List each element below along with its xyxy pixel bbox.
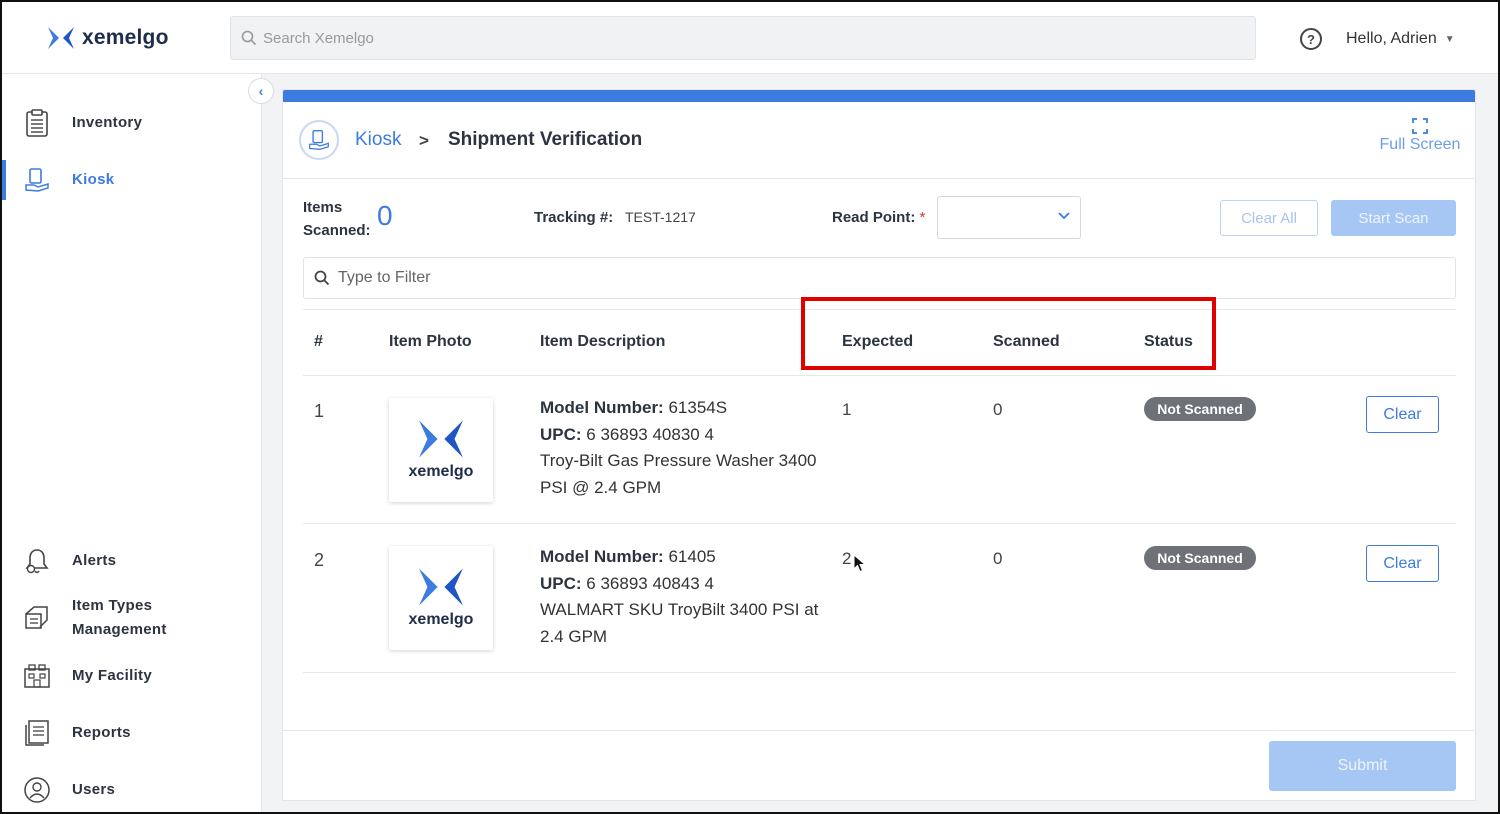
model-number-label: Model Number: (540, 398, 664, 417)
clear-row-button[interactable]: Clear (1366, 545, 1439, 582)
panel-accent-bar (283, 90, 1475, 102)
bell-icon (22, 546, 52, 576)
main-panel: Kiosk > Shipment Verification Full Scree… (282, 89, 1476, 801)
user-icon (22, 775, 52, 805)
model-number-value: 61405 (668, 547, 716, 566)
items-scanned-count: 0 (377, 200, 393, 231)
status-badge: Not Scanned (1144, 546, 1256, 570)
search-icon (241, 30, 257, 46)
page-title: Shipment Verification (448, 129, 643, 150)
kiosk-icon (22, 165, 52, 195)
upc-value: 6 36893 40843 4 (586, 573, 714, 593)
sidebar-item-label: Item Types Management (72, 597, 167, 638)
report-icon (22, 718, 52, 748)
status-badge: Not Scanned (1144, 397, 1256, 421)
sidebar-item-kiosk[interactable]: Kiosk (2, 165, 260, 195)
fullscreen-button[interactable]: Full Screen (1375, 118, 1465, 154)
tags-icon (22, 603, 52, 633)
item-photo-text: xemelgo (408, 611, 474, 628)
item-description: Model Number: 61354S UPC: 6 36893 40830 … (540, 395, 840, 501)
row-number: 1 (314, 401, 325, 421)
item-description-text: WALMART SKU TroyBilt 3400 PSI at 2.4 GPM (540, 600, 819, 646)
help-icon[interactable]: ? (1300, 28, 1322, 50)
xemelgo-logo-icon (419, 420, 463, 458)
divider (283, 730, 1475, 731)
sidebar-item-inventory[interactable]: Inventory (2, 108, 260, 138)
start-scan-button[interactable]: Start Scan (1331, 200, 1456, 236)
sidebar-item-my-facility[interactable]: My Facility (2, 661, 260, 691)
chevron-down-icon: ▼ (1444, 33, 1455, 45)
tracking-value: TEST-1217 (625, 209, 696, 225)
divider (303, 375, 1456, 376)
divider (303, 672, 1456, 673)
expected-count: 1 (842, 400, 852, 419)
read-point-select[interactable] (937, 196, 1081, 239)
clear-all-button[interactable]: Clear All (1220, 200, 1318, 236)
filter-input[interactable]: Type to Filter (303, 257, 1456, 299)
user-greeting: Hello, Adrien (1346, 30, 1437, 47)
required-marker: * (919, 209, 926, 226)
upc-label: UPC: (540, 573, 582, 593)
sidebar-item-label: Kiosk (72, 171, 115, 188)
collapse-sidebar-button[interactable]: ‹ (248, 78, 274, 104)
scanned-count: 0 (993, 400, 1003, 419)
sidebar-item-item-types-management[interactable]: Item Types Management (2, 592, 260, 644)
fullscreen-label: Full Screen (1379, 136, 1461, 153)
column-header-item-description: Item Description (540, 333, 666, 350)
submit-button[interactable]: Submit (1269, 741, 1456, 791)
xemelgo-logo-icon (419, 568, 463, 606)
model-number-label: Model Number: (540, 547, 664, 566)
scanned-count: 0 (993, 549, 1003, 568)
upc-value: 6 36893 40830 4 (586, 424, 714, 444)
search-icon (314, 270, 330, 286)
sidebar: Inventory Kiosk Alerts Item Types Manage… (2, 74, 262, 812)
expand-icon (1412, 118, 1428, 134)
user-menu[interactable]: Hello, Adrien ▼ (1346, 30, 1455, 48)
item-description: Model Number: 61405 UPC: 6 36893 40843 4… (540, 544, 840, 650)
filter-placeholder: Type to Filter (338, 269, 431, 286)
column-header-number: # (314, 333, 323, 350)
tracking-label: Tracking #: (534, 209, 614, 226)
sidebar-item-label: Users (72, 781, 116, 798)
model-number-value: 61354S (668, 398, 728, 417)
search-input[interactable]: Search Xemelgo (230, 16, 1256, 60)
kiosk-icon (299, 120, 339, 160)
sidebar-item-label: Alerts (72, 552, 117, 569)
facility-icon (22, 661, 52, 691)
sidebar-item-label: Inventory (72, 114, 143, 131)
sidebar-item-users[interactable]: Users (2, 775, 260, 805)
clear-row-button[interactable]: Clear (1366, 396, 1439, 433)
sidebar-item-reports[interactable]: Reports (2, 718, 260, 748)
column-header-item-photo: Item Photo (389, 333, 472, 350)
read-point-label-text: Read Point: (832, 209, 916, 226)
item-photo-text: xemelgo (408, 463, 474, 480)
read-point-label: Read Point: * (832, 209, 925, 226)
item-photo: xemelgo (389, 398, 493, 502)
row-number: 2 (314, 550, 325, 570)
highlight-box (801, 297, 1216, 370)
items-scanned-label: Items Scanned: (303, 199, 371, 239)
clipboard-icon (22, 108, 52, 138)
breadcrumb-kiosk[interactable]: Kiosk (355, 129, 401, 151)
logo-text: xemelgo (82, 26, 169, 49)
expected-count: 2 (842, 549, 852, 568)
mouse-cursor-icon (853, 554, 867, 573)
upc-label: UPC: (540, 424, 582, 444)
logo[interactable]: xemelgo (48, 26, 169, 50)
chevron-left-icon: ‹ (258, 83, 264, 99)
sidebar-item-label: Reports (72, 724, 131, 741)
divider (303, 523, 1456, 524)
search-placeholder: Search Xemelgo (263, 29, 374, 47)
xemelgo-logo-icon (48, 27, 74, 49)
breadcrumb-separator: > (419, 131, 429, 150)
divider (283, 178, 1475, 179)
top-bar: xemelgo Search Xemelgo ? Hello, Adrien ▼ (2, 2, 1498, 74)
item-description-text: Troy-Bilt Gas Pressure Washer 3400 PSI @… (540, 451, 817, 497)
item-photo: xemelgo (389, 546, 493, 650)
sidebar-item-label: My Facility (72, 667, 152, 684)
chevron-down-icon (1058, 209, 1070, 223)
sidebar-item-alerts[interactable]: Alerts (2, 546, 260, 576)
